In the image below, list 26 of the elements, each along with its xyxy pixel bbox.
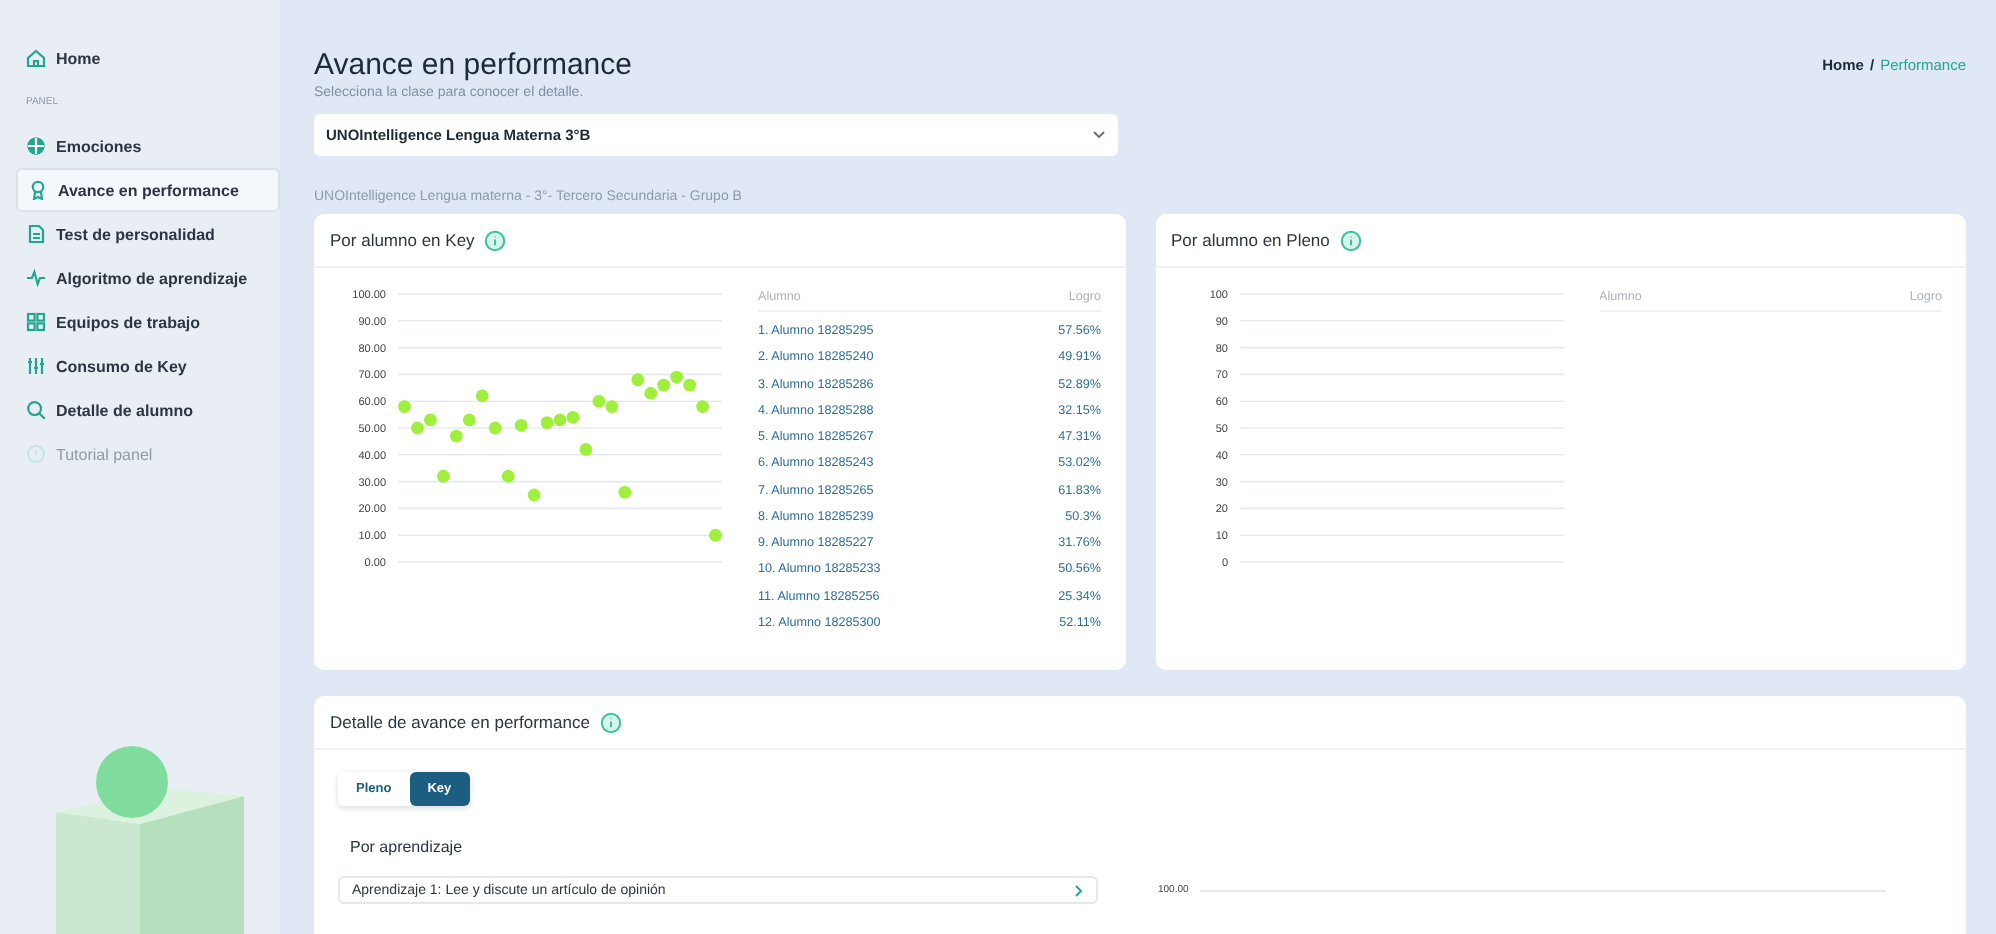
grid-icon: [26, 312, 46, 332]
info-icon[interactable]: [599, 711, 622, 733]
sidebar-item[interactable]: Equipos de trabajo: [16, 300, 280, 344]
sidebar-item[interactable]: Algoritmo de aprendizaje: [16, 256, 280, 300]
search-icon: [26, 400, 46, 420]
card-title: Detalle de avance en performance: [330, 712, 590, 732]
pulse-icon: [26, 268, 46, 288]
sidebar-item[interactable]: Detalle de alumno: [16, 388, 280, 432]
home-icon: [26, 48, 46, 68]
page-title: Avance en performance: [314, 48, 632, 82]
info-icon[interactable]: [484, 229, 507, 251]
info-icon: [26, 444, 46, 464]
info-icon[interactable]: [1339, 229, 1362, 251]
sidebar-item[interactable]: Test de personalidad: [16, 212, 280, 256]
card-title: Por alumno en Key: [330, 230, 475, 250]
award-icon: [28, 180, 48, 200]
sidebar-item[interactable]: Consumo de Key: [16, 344, 280, 388]
chevron-right-icon: [1074, 883, 1084, 897]
sidebar-item[interactable]: Home: [16, 36, 280, 80]
sliders-icon: [26, 356, 46, 376]
section-title: Por aprendizaje: [350, 838, 465, 856]
sidebar-item[interactable]: Avance en performance: [16, 168, 280, 212]
document-icon: [26, 224, 46, 244]
chevron-down-icon: [1092, 130, 1106, 140]
card-title: Por alumno en Pleno: [1171, 230, 1330, 250]
sidebar-item[interactable]: Emociones: [16, 124, 280, 168]
